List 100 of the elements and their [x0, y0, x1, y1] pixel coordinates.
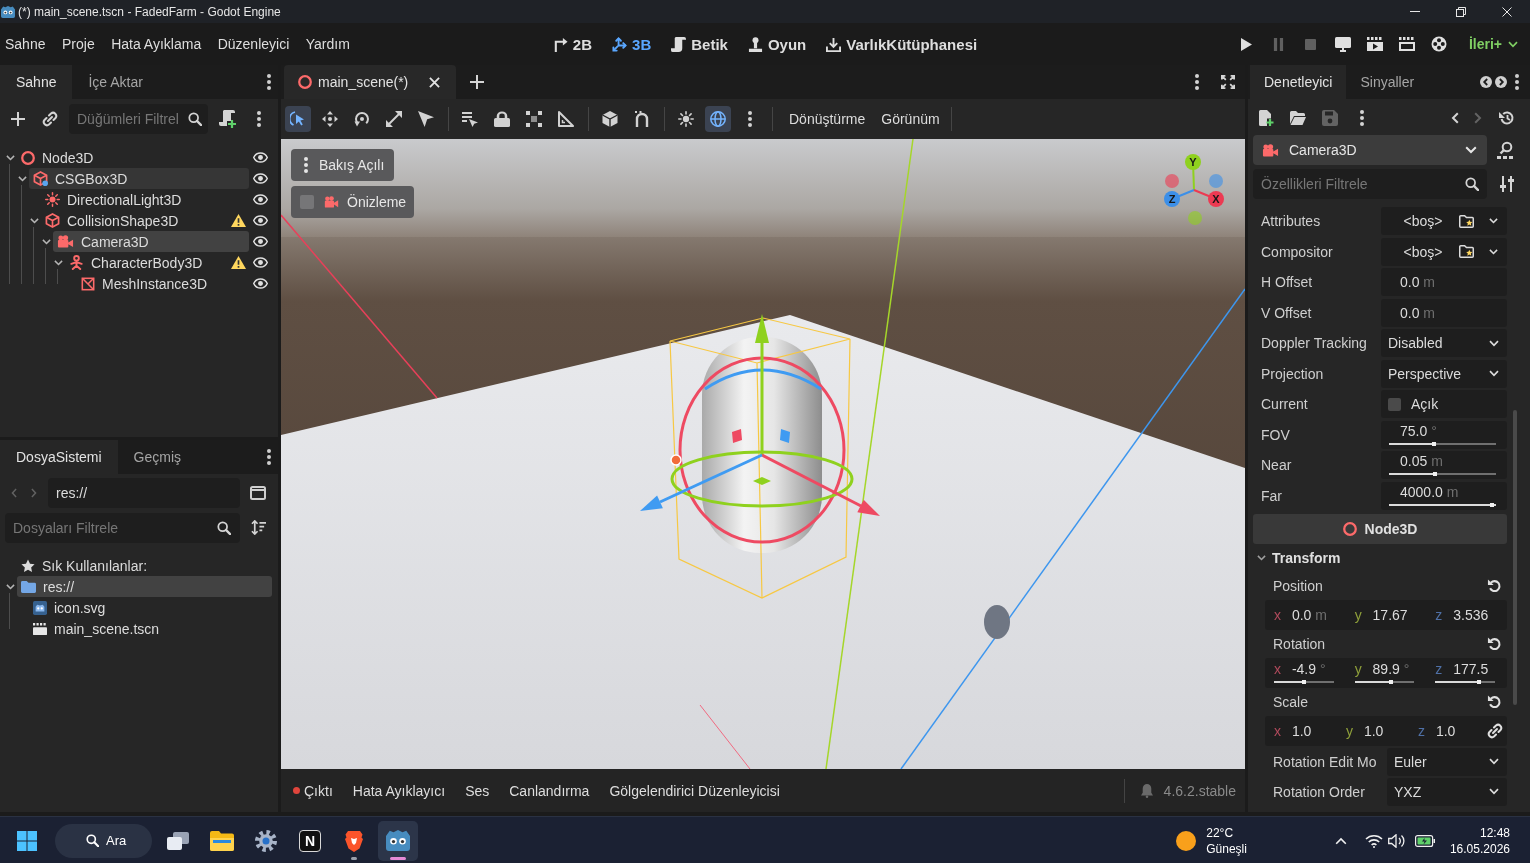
- menu-item[interactable]: Hata Ayıklama: [111, 36, 202, 52]
- eye-icon[interactable]: [253, 215, 268, 226]
- path-field[interactable]: res://: [48, 477, 240, 508]
- menu-item[interactable]: Proje: [62, 36, 95, 52]
- number-field[interactable]: y 89.9 °: [1354, 660, 1427, 677]
- sliders-icon[interactable]: [1500, 176, 1514, 192]
- kebab-menu-icon[interactable]: [1515, 74, 1519, 90]
- viewport-3d-scene[interactable]: [281, 139, 1245, 769]
- file-item[interactable]: main_scene.tscn: [29, 618, 272, 639]
- clapperboard-icon[interactable]: [1398, 37, 1415, 51]
- tree-item[interactable]: CSGBox3D: [29, 168, 249, 189]
- vector-field[interactable]: x 1.0 y 1.0 z 1.0: [1265, 715, 1507, 746]
- sun-icon[interactable]: [1176, 830, 1197, 851]
- eye-icon[interactable]: [253, 173, 268, 184]
- eye-icon[interactable]: [253, 236, 268, 247]
- window-icon[interactable]: [250, 485, 266, 500]
- number-field[interactable]: 0.0 m: [1381, 268, 1507, 296]
- taskbar-button[interactable]: N: [290, 820, 330, 861]
- scroll-plus-icon[interactable]: [219, 110, 237, 128]
- number-field[interactable]: 0.0 m: [1381, 298, 1507, 327]
- menu-item[interactable]: Sahne: [5, 36, 46, 52]
- menu-button[interactable]: Görünüm: [873, 111, 948, 127]
- clapperboard-play-icon[interactable]: [1366, 37, 1383, 51]
- warning-icon[interactable]: [231, 214, 246, 227]
- dock-tab[interactable]: Geçmiş: [117, 440, 198, 474]
- circle-right-icon[interactable]: [1495, 76, 1507, 88]
- restore-icon[interactable]: [1456, 6, 1466, 17]
- kebab-menu-icon[interactable]: [1195, 74, 1199, 90]
- object-selector[interactable]: Camera3D: [1253, 135, 1487, 165]
- filter-field[interactable]: Düğümleri Filtrel: [69, 104, 208, 134]
- chevron-down-icon[interactable]: [1489, 248, 1498, 255]
- search-icon[interactable]: [188, 112, 202, 126]
- dock-tab[interactable]: Sinyaller: [1346, 65, 1429, 99]
- vector-field[interactable]: x 0.0 m y 17.67 z 3.536: [1265, 599, 1507, 630]
- tree-item[interactable]: CollisionShape3D: [41, 210, 249, 231]
- slider-thumb[interactable]: [1389, 679, 1393, 684]
- kebab-menu-icon[interactable]: [267, 449, 271, 465]
- film-reel-icon[interactable]: [1430, 36, 1447, 52]
- play-icon[interactable]: [1241, 37, 1253, 51]
- number-field[interactable]: x -4.9 °: [1274, 660, 1346, 677]
- number-field[interactable]: x 0.0 m: [1274, 606, 1346, 623]
- number-field[interactable]: x 1.0: [1274, 722, 1337, 739]
- fullscreen-icon[interactable]: [1221, 75, 1235, 89]
- filter-field[interactable]: Dosyaları Filtrele: [5, 512, 240, 543]
- eye-icon[interactable]: [253, 152, 268, 163]
- chevron-left-icon[interactable]: [1451, 112, 1459, 124]
- section-header[interactable]: Node3D: [1253, 513, 1507, 544]
- bottom-panel-tab[interactable]: Gölgelendirici Düzenleyicisi: [609, 782, 780, 799]
- scrollbar-thumb[interactable]: [1513, 410, 1517, 705]
- reset-icon[interactable]: [1487, 694, 1502, 709]
- folder-star-icon[interactable]: [1459, 214, 1474, 228]
- chevron-up-icon[interactable]: [1334, 836, 1347, 845]
- magnifier-icon[interactable]: [1497, 141, 1515, 159]
- tree-item[interactable]: Camera3D: [53, 231, 249, 252]
- favorites-header[interactable]: Sık Kullanılanlar:: [17, 555, 278, 576]
- dropdown[interactable]: Euler: [1387, 747, 1507, 776]
- dropdown[interactable]: Disabled: [1381, 329, 1507, 357]
- history-icon[interactable]: [1499, 110, 1515, 126]
- workspace-tab[interactable]: 3B: [612, 35, 652, 53]
- chevron-down-icon[interactable]: [41, 238, 51, 245]
- link-icon[interactable]: [42, 111, 58, 127]
- speaker-icon[interactable]: [1387, 833, 1406, 848]
- eye-icon[interactable]: [253, 257, 268, 268]
- monitor-icon[interactable]: [1334, 36, 1351, 52]
- chevron-down-icon[interactable]: [1489, 218, 1498, 224]
- bell-icon[interactable]: [1140, 783, 1153, 798]
- kebab-menu-icon[interactable]: [267, 74, 271, 90]
- number-field[interactable]: y 1.0: [1346, 722, 1409, 739]
- bottom-panel-tab[interactable]: Canlandırma: [509, 782, 590, 799]
- tree-item[interactable]: MeshInstance3D: [77, 273, 249, 294]
- number-field[interactable]: y 17.67: [1354, 606, 1427, 623]
- workspace-tab[interactable]: 2B: [552, 35, 593, 53]
- tool-button[interactable]: [285, 106, 311, 132]
- tool-button[interactable]: [705, 106, 731, 132]
- workspace-tab[interactable]: VarlıkKütüphanesi: [826, 35, 978, 53]
- search-icon[interactable]: [217, 520, 231, 535]
- circle-left-icon[interactable]: [1480, 76, 1492, 88]
- workspace-tab[interactable]: Oyun: [747, 35, 807, 53]
- bottom-panel-tab[interactable]: Ses: [465, 782, 490, 799]
- number-field[interactable]: z 1.0: [1418, 722, 1481, 739]
- bottom-panel-tab[interactable]: Hata Ayıklayıcı: [352, 782, 446, 799]
- warning-icon[interactable]: [231, 256, 246, 269]
- folder-star-icon[interactable]: [1459, 245, 1474, 258]
- checkbox-field[interactable]: Açık: [1381, 390, 1507, 418]
- chain-link-icon[interactable]: [1487, 722, 1503, 739]
- resource-picker[interactable]: <boş>: [1381, 237, 1507, 266]
- workspace-tab[interactable]: Betik: [671, 35, 728, 53]
- slider-thumb[interactable]: [1476, 679, 1481, 684]
- number-field[interactable]: z 3.536: [1435, 606, 1507, 623]
- menu-item[interactable]: Düzenleyici: [217, 36, 290, 52]
- kebab-menu-icon[interactable]: [1360, 110, 1364, 126]
- checkbox[interactable]: [300, 195, 314, 209]
- chevron-down-icon[interactable]: [17, 175, 27, 182]
- filter-field[interactable]: Özellikleri Filtrele: [1253, 169, 1487, 199]
- reset-icon[interactable]: [1487, 578, 1502, 593]
- chevron-down-icon[interactable]: [29, 217, 39, 224]
- file-item[interactable]: icon.svg: [29, 597, 272, 618]
- chevron-down-icon[interactable]: [5, 154, 15, 161]
- eye-icon[interactable]: [253, 194, 268, 205]
- four-squares-icon[interactable]: [17, 830, 37, 851]
